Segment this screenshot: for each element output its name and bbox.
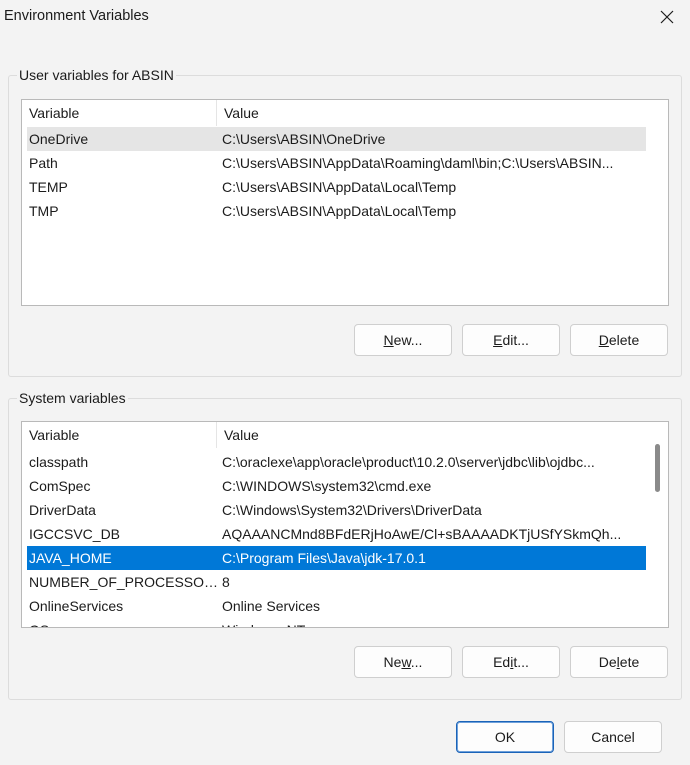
system-row-java-home[interactable]: JAVA_HOME C:\Program Files\Java\jdk-17.0… <box>27 546 646 570</box>
user-column-variable[interactable]: Variable <box>22 100 216 126</box>
user-variables-label: User variables for ABSIN <box>17 66 176 84</box>
system-edit-button[interactable]: Edit... <box>462 646 560 678</box>
user-column-value[interactable]: Value <box>216 100 646 126</box>
variable-value: C:\Users\ABSIN\OneDrive <box>222 131 386 147</box>
user-row-onedrive[interactable]: OneDrive C:\Users\ABSIN\OneDrive <box>27 127 646 151</box>
system-row-number-of-processors[interactable]: NUMBER_OF_PROCESSORS 8 <box>27 570 646 594</box>
close-icon <box>660 10 674 24</box>
system-variables-label-text: System variables <box>19 390 126 406</box>
user-edit-post: dit... <box>502 332 529 348</box>
user-new-post: ew... <box>393 332 423 348</box>
system-row-igccsvc-db[interactable]: IGCCSVC_DB AQAAANCMnd8BFdERjHoAwE/Cl+sBA… <box>27 522 646 546</box>
user-edit-button[interactable]: Edit... <box>462 324 560 356</box>
system-row-driverdata[interactable]: DriverData C:\Windows\System32\Drivers\D… <box>27 498 646 522</box>
system-row-classpath[interactable]: classpath C:\oraclexe\app\oracle\product… <box>27 450 646 474</box>
variable-value: C:\Users\ABSIN\AppData\Local\Temp <box>222 179 457 195</box>
variable-value: C:\Windows\System32\Drivers\DriverData <box>222 502 482 518</box>
system-new-button[interactable]: New... <box>354 646 452 678</box>
cancel-button[interactable]: Cancel <box>564 721 662 753</box>
system-new-post: ... <box>410 654 423 670</box>
close-button[interactable] <box>644 0 690 34</box>
title-bar: Environment Variables <box>0 0 690 36</box>
system-delete-post: ete <box>619 654 640 670</box>
system-delete-pre: De <box>598 654 617 670</box>
variable-name: OnlineServices <box>29 598 124 614</box>
variable-name: OS <box>29 618 214 627</box>
user-delete-button[interactable]: Delete <box>570 324 668 356</box>
user-new-button[interactable]: New... <box>354 324 452 356</box>
variable-value: C:\Users\ABSIN\AppData\Local\Temp <box>222 203 457 219</box>
variable-value: Windows_NT <box>222 618 642 627</box>
user-list-header: Variable Value <box>22 100 668 126</box>
variable-name: NUMBER_OF_PROCESSORS <box>29 574 219 590</box>
variable-value: C:\oraclexe\app\oracle\product\10.2.0\se… <box>222 454 595 470</box>
window-title: Environment Variables <box>4 8 149 24</box>
system-variables-label: System variables <box>17 389 128 407</box>
variable-name: Path <box>29 155 58 171</box>
variable-name: JAVA_HOME <box>29 550 112 566</box>
variable-value: Online Services <box>222 598 321 614</box>
system-list-scrollbar[interactable] <box>655 444 660 492</box>
variable-value: C:\WINDOWS\system32\cmd.exe <box>222 478 432 494</box>
user-variables-label-text: User variables for ABSIN <box>19 67 174 83</box>
variable-value: C:\Users\ABSIN\AppData\Roaming\daml\bin;… <box>222 155 614 171</box>
ok-button[interactable]: OK <box>456 721 554 753</box>
system-row-os[interactable]: OS Windows_NT <box>27 618 646 627</box>
system-edit-post: t... <box>513 654 529 670</box>
user-row-temp[interactable]: TEMP C:\Users\ABSIN\AppData\Local\Temp <box>27 175 646 199</box>
system-row-comspec[interactable]: ComSpec C:\WINDOWS\system32\cmd.exe <box>27 474 646 498</box>
system-list-header: Variable Value <box>22 422 668 448</box>
variable-name: IGCCSVC_DB <box>29 526 121 542</box>
system-edit-pre: Ed <box>493 654 511 670</box>
user-row-tmp[interactable]: TMP C:\Users\ABSIN\AppData\Local\Temp <box>27 199 646 223</box>
variable-value: C:\Program Files\Java\jdk-17.0.1 <box>222 550 426 566</box>
system-variables-list[interactable]: Variable Value classpath C:\oraclexe\app… <box>21 421 669 628</box>
variable-name: TMP <box>29 203 59 219</box>
system-new-accel: w <box>401 654 411 670</box>
system-column-value[interactable]: Value <box>216 422 646 448</box>
user-delete-accel: D <box>598 332 609 348</box>
user-new-accel: N <box>383 332 394 348</box>
user-row-path[interactable]: Path C:\Users\ABSIN\AppData\Roaming\daml… <box>27 151 646 175</box>
variable-name: OneDrive <box>29 131 89 147</box>
user-variables-list[interactable]: Variable Value OneDrive C:\Users\ABSIN\O… <box>21 99 669 306</box>
variable-value: 8 <box>222 574 230 590</box>
system-row-onlineservices[interactable]: OnlineServices Online Services <box>27 594 646 618</box>
variable-name: classpath <box>29 454 89 470</box>
system-delete-button[interactable]: Delete <box>570 646 668 678</box>
system-new-pre: Ne <box>383 654 402 670</box>
variable-name: ComSpec <box>29 478 91 494</box>
user-delete-post: elete <box>608 332 640 348</box>
variable-name: TEMP <box>29 179 68 195</box>
variable-name: DriverData <box>29 502 96 518</box>
system-column-variable[interactable]: Variable <box>22 422 216 448</box>
variable-value: AQAAANCMnd8BFdERjHoAwE/Cl+sBAAAADKTjUSfY… <box>222 526 622 542</box>
